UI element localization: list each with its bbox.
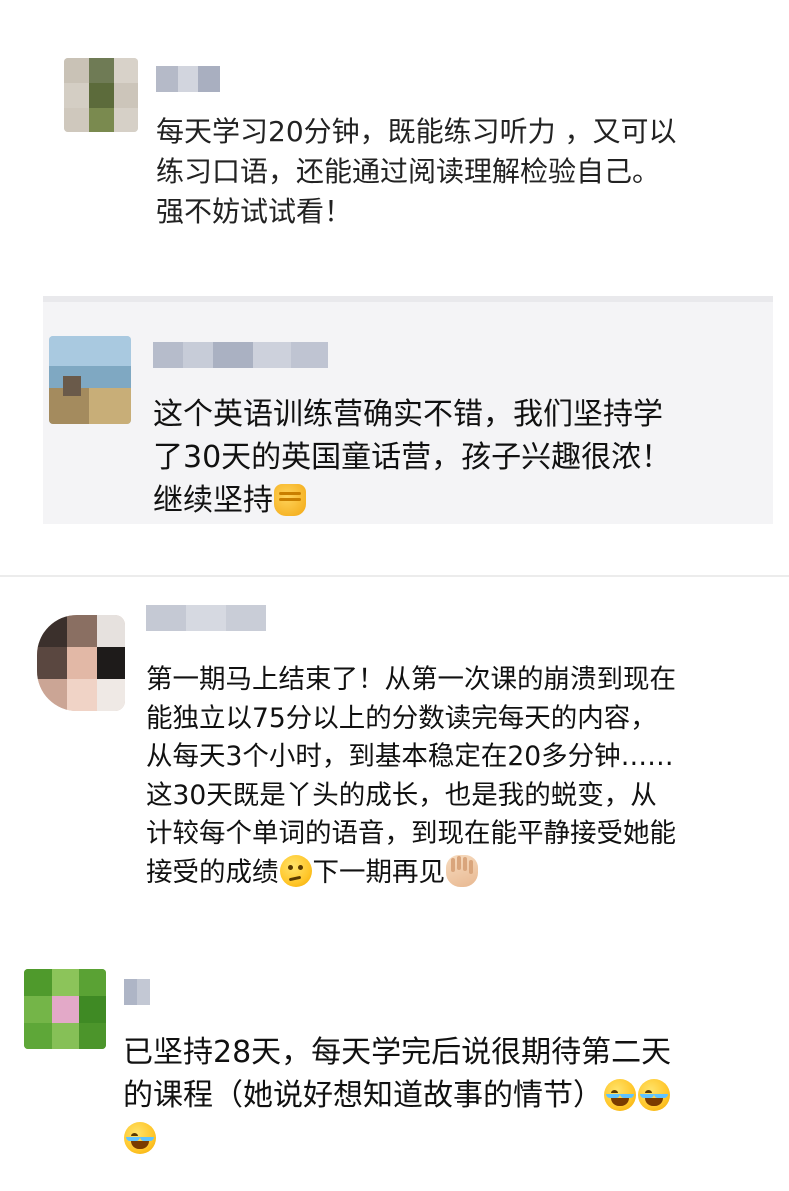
comment-card-2: 这个英语训练营确实不错，我们坚持学 了30天的英国童话营，孩子兴趣很浓！ 继续坚… [43,296,773,524]
comment-text-body: 已坚持28天，每天学完后说很期待第二天 的课程（她说好想知道故事的情节） [123,1035,672,1113]
comment-text: 已坚持28天，每天学完后说很期待第二天 的课程（她说好想知道故事的情节） [123,1031,773,1160]
username-blurred[interactable] [156,66,220,92]
thinking-emoji-icon [279,854,312,887]
username-blurred[interactable] [146,605,266,631]
comment-text: 这个英语训练营确实不错，我们坚持学 了30天的英国童话营，孩子兴趣很浓！ 继续坚… [153,393,763,522]
username-blurred[interactable] [124,979,150,1005]
avatar[interactable] [64,58,138,132]
avatar[interactable] [24,969,106,1049]
fist-emoji-icon [274,484,306,516]
comment-card-4: 已坚持28天，每天学完后说很期待第二天 的课程（她说好想知道故事的情节） [0,945,789,1191]
comment-text-tail: 下一期再见 [312,856,446,888]
avatar[interactable] [37,615,125,711]
tears-of-joy-emoji-icon [124,1122,156,1154]
tears-of-joy-emoji-icon [638,1079,670,1111]
avatar[interactable] [49,336,131,424]
tears-of-joy-emoji-icon [604,1079,636,1111]
comment-text-body: 第一期马上结束了！从第一次课的崩溃到现在 能独立以75分以上的分数读完每天的内容… [146,664,676,888]
comment-card-3: 第一期马上结束了！从第一次课的崩溃到现在 能独立以75分以上的分数读完每天的内容… [0,575,789,947]
comment-card-1: 每天学习20分钟，既能练习听力 ，又可以 练习口语，还能通过阅读理解检验自己。 … [0,0,789,290]
waving-hand-emoji-icon [446,854,478,887]
comment-text: 第一期马上结束了！从第一次课的崩溃到现在 能独立以75分以上的分数读完每天的内容… [146,661,782,892]
comment-text-body: 这个英语训练营确实不错，我们坚持学 了30天的英国童话营，孩子兴趣很浓！ 继续坚… [153,397,672,518]
username-blurred[interactable] [153,342,328,368]
comment-text: 每天学习20分钟，既能练习听力 ，又可以 练习口语，还能通过阅读理解检验自己。 … [156,115,677,228]
